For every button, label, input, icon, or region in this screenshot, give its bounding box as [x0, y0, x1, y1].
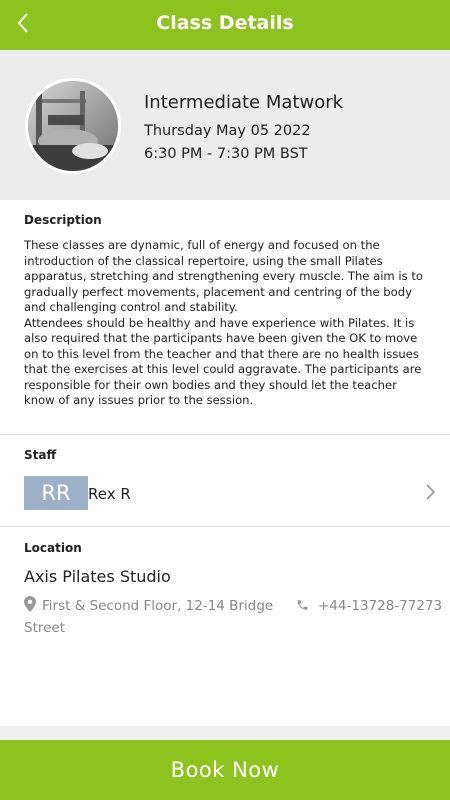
description-paragraph: Attendees should be healthy and have exp…	[24, 315, 422, 408]
description-paragraph: These classes are dynamic, full of energ…	[24, 238, 423, 314]
header-bar: Class Details	[0, 0, 450, 50]
staff-name: Rex R	[88, 485, 131, 503]
staff-row[interactable]: RR Rex R	[0, 474, 450, 514]
chevron-right-icon	[426, 484, 436, 500]
footer-spacer	[0, 726, 450, 740]
book-now-button[interactable]: Book Now	[0, 740, 450, 800]
location-label: Location	[24, 541, 82, 555]
divider	[0, 434, 450, 435]
address-text: First & Second Floor, 12-14 Bridge Stree…	[24, 598, 274, 636]
staff-avatar: RR	[24, 476, 88, 510]
map-pin-icon	[24, 596, 38, 618]
class-name: Intermediate Matwork	[144, 92, 344, 113]
phone-text: +44-13728-77273	[318, 598, 443, 614]
class-date: Thursday May 05 2022	[144, 123, 311, 139]
class-hero: Intermediate Matwork Thursday May 05 202…	[0, 50, 450, 200]
description-text: These classes are dynamic, full of energ…	[24, 238, 430, 409]
page-title: Class Details	[156, 12, 294, 34]
description-label: Description	[24, 213, 102, 227]
class-time: 6:30 PM - 7:30 PM BST	[144, 146, 308, 162]
divider	[0, 526, 450, 527]
location-name: Axis Pilates Studio	[24, 567, 171, 586]
location-phone[interactable]: +44-13728-77273	[296, 596, 442, 618]
phone-icon	[296, 598, 310, 618]
class-image	[25, 78, 121, 174]
location-address[interactable]: First & Second Floor, 12-14 Bridge Stree…	[24, 596, 284, 638]
staff-label: Staff	[24, 448, 57, 462]
